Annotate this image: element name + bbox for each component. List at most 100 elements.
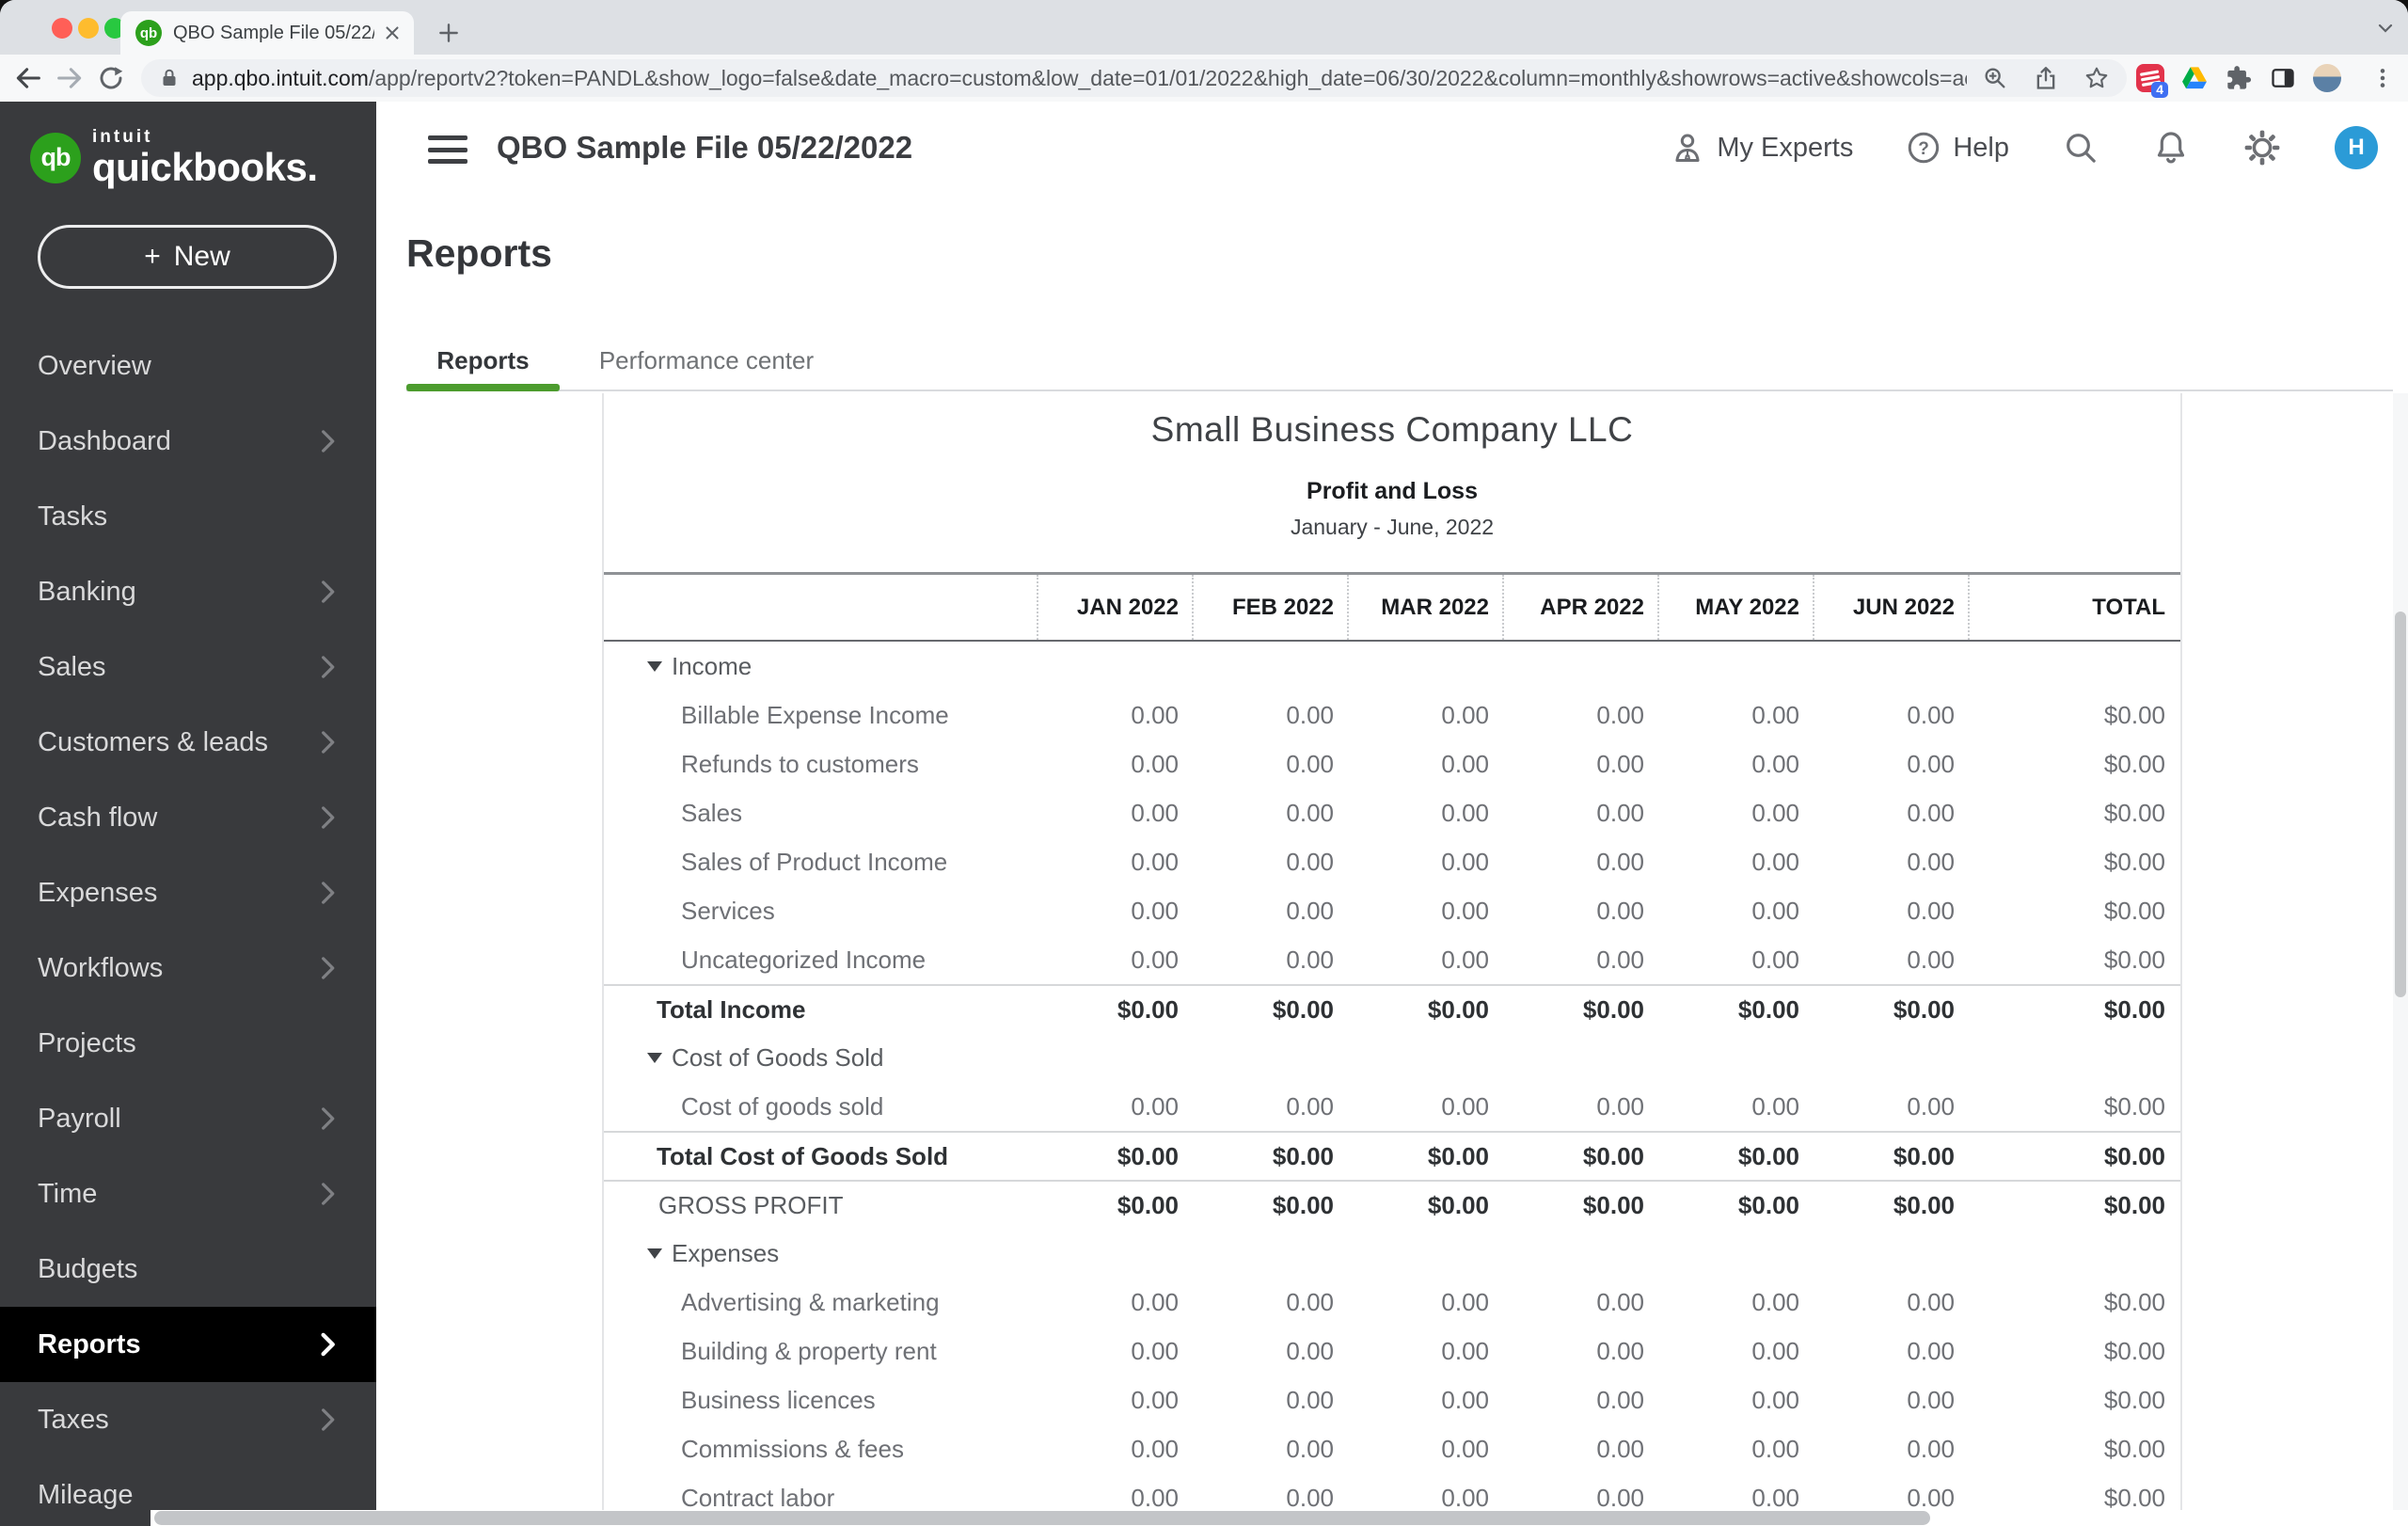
- value-cell: 0.00: [1813, 1337, 1968, 1366]
- value-cell: 0.00: [1347, 750, 1502, 779]
- new-button[interactable]: + New: [38, 225, 337, 289]
- pnl-row-section: Expenses: [604, 1229, 2180, 1278]
- browser-tab[interactable]: qb QBO Sample File 05/22/2022 -: [120, 11, 414, 55]
- sidebar-item-banking[interactable]: Banking: [0, 554, 376, 629]
- column-header: MAY 2022: [1657, 575, 1813, 640]
- value-cell: $0.00: [1968, 946, 2180, 975]
- extensions-puzzle-icon[interactable]: [2225, 64, 2253, 92]
- forward-button[interactable]: [49, 57, 90, 99]
- chevron-right-icon: [318, 1332, 337, 1357]
- sidebar-item-taxes[interactable]: Taxes: [0, 1382, 376, 1457]
- chevron-right-icon: [318, 805, 337, 830]
- new-tab-button[interactable]: [431, 15, 467, 51]
- bookmark-star-icon[interactable]: [2083, 65, 2110, 91]
- value-cell: 0.00: [1502, 750, 1657, 779]
- horizontal-scrollbar[interactable]: [150, 1510, 2408, 1526]
- sidebar-item-sales[interactable]: Sales: [0, 629, 376, 705]
- value-cell: 0.00: [1192, 1435, 1347, 1464]
- sidebar-item-projects[interactable]: Projects: [0, 1006, 376, 1081]
- settings-gear-icon[interactable]: [2242, 128, 2282, 167]
- main-content: QBO Sample File 05/22/2022 My Experts ? …: [376, 102, 2408, 1526]
- tab-search-chevron-icon[interactable]: [2374, 17, 2397, 40]
- value-cell: $0.00: [1192, 995, 1347, 1025]
- back-button[interactable]: [8, 57, 49, 99]
- notifications-bell-icon[interactable]: [2152, 129, 2190, 167]
- value-cell: $0.00: [1813, 995, 1968, 1025]
- sidebar-item-label: Mileage: [38, 1480, 337, 1511]
- close-window-button[interactable]: [52, 18, 72, 39]
- search-icon[interactable]: [2062, 129, 2099, 167]
- address-bar[interactable]: app.qbo.intuit.com/app/reportv2?token=PA…: [141, 59, 2127, 97]
- value-cell: 0.00: [1192, 1092, 1347, 1121]
- help-icon: ?: [1906, 130, 1941, 166]
- reload-button[interactable]: [90, 57, 132, 99]
- browser-menu-kebab-icon[interactable]: [2370, 66, 2395, 90]
- sidebar-item-cash-flow[interactable]: Cash flow: [0, 780, 376, 855]
- value-cell: $0.00: [1037, 1142, 1192, 1171]
- chevron-right-icon: [318, 655, 337, 679]
- value-cell: 0.00: [1502, 1092, 1657, 1121]
- report-company-name: Small Business Company LLC: [604, 410, 2180, 450]
- value-cell: 0.00: [1502, 701, 1657, 730]
- sidebar-item-overview[interactable]: Overview: [0, 328, 376, 404]
- sidebar-item-reports[interactable]: Reports: [0, 1307, 376, 1382]
- vertical-scrollbar[interactable]: [2393, 393, 2408, 1526]
- collapse-triangle-icon[interactable]: [647, 1053, 662, 1063]
- sidebar-item-expenses[interactable]: Expenses: [0, 855, 376, 930]
- chevron-right-icon: [318, 730, 337, 755]
- vertical-scrollbar-thumb[interactable]: [2395, 612, 2406, 997]
- chevron-right-icon: [318, 956, 337, 980]
- lock-icon[interactable]: [158, 67, 181, 89]
- sidebar-item-time[interactable]: Time: [0, 1156, 376, 1232]
- side-panel-icon[interactable]: [2269, 64, 2297, 92]
- column-header-empty: [604, 575, 1037, 640]
- pnl-row-item: Building & property rent0.000.000.000.00…: [604, 1327, 2180, 1375]
- value-cell: 0.00: [1192, 1288, 1347, 1317]
- sidebar-item-workflows[interactable]: Workflows: [0, 930, 376, 1006]
- value-cell: 0.00: [1813, 1092, 1968, 1121]
- row-label[interactable]: Expenses: [604, 1239, 1037, 1268]
- chevron-right-icon: [318, 1182, 337, 1206]
- pnl-row-item: Services0.000.000.000.000.000.00$0.00: [604, 886, 2180, 935]
- chevron-right-icon: [318, 1106, 337, 1131]
- sidebar-item-payroll[interactable]: Payroll: [0, 1081, 376, 1156]
- my-experts-button[interactable]: My Experts: [1670, 130, 1853, 166]
- hamburger-menu-icon[interactable]: [428, 135, 467, 164]
- pnl-row-item: Cost of goods sold0.000.000.000.000.000.…: [604, 1082, 2180, 1131]
- sidebar-item-label: Dashboard: [38, 426, 318, 457]
- minimize-window-button[interactable]: [78, 18, 99, 39]
- collapse-triangle-icon[interactable]: [647, 661, 662, 672]
- sidebar-item-dashboard[interactable]: Dashboard: [0, 404, 376, 479]
- row-label[interactable]: Income: [604, 652, 1037, 681]
- value-cell: 0.00: [1502, 1435, 1657, 1464]
- tab-performance-center[interactable]: Performance center: [588, 339, 825, 382]
- help-button[interactable]: ? Help: [1906, 130, 2009, 166]
- pnl-row-total: Total Cost of Goods Sold$0.00$0.00$0.00$…: [604, 1131, 2180, 1180]
- pnl-row-item: Advertising & marketing0.000.000.000.000…: [604, 1278, 2180, 1327]
- row-label: Business licences: [604, 1386, 1037, 1415]
- user-avatar[interactable]: H: [2335, 126, 2378, 169]
- intuit-wordmark: intuit: [92, 128, 318, 146]
- zoom-magnifier-icon[interactable]: [1982, 65, 2008, 91]
- column-header: TOTAL: [1968, 575, 2180, 640]
- value-cell: $0.00: [1502, 995, 1657, 1025]
- pnl-row-gross: GROSS PROFIT$0.00$0.00$0.00$0.00$0.00$0.…: [604, 1180, 2180, 1229]
- chrome-profile-avatar[interactable]: [2313, 64, 2341, 92]
- tab-reports[interactable]: Reports: [406, 339, 560, 382]
- quickbooks-logo[interactable]: qb intuit quickbooks.: [0, 102, 376, 187]
- url-path: /app/reportv2?token=PANDL&show_logo=fals…: [369, 66, 1967, 90]
- sidebar-item-budgets[interactable]: Budgets: [0, 1232, 376, 1307]
- horizontal-scrollbar-thumb[interactable]: [154, 1511, 1930, 1525]
- sidebar-item-customers-leads[interactable]: Customers & leads: [0, 705, 376, 780]
- row-label[interactable]: Cost of Goods Sold: [604, 1043, 1037, 1073]
- todoist-extension-icon[interactable]: 4: [2136, 64, 2164, 92]
- sidebar-item-label: Sales: [38, 652, 318, 683]
- extensions-bar: 4: [2136, 64, 2395, 92]
- sidebar-item-tasks[interactable]: Tasks: [0, 479, 376, 554]
- value-cell: 0.00: [1657, 1484, 1813, 1513]
- tab-close-icon[interactable]: [382, 23, 403, 43]
- sidebar-item-label: Time: [38, 1179, 318, 1210]
- collapse-triangle-icon[interactable]: [647, 1248, 662, 1259]
- share-icon[interactable]: [2033, 65, 2059, 91]
- google-drive-extension-icon[interactable]: [2180, 64, 2209, 92]
